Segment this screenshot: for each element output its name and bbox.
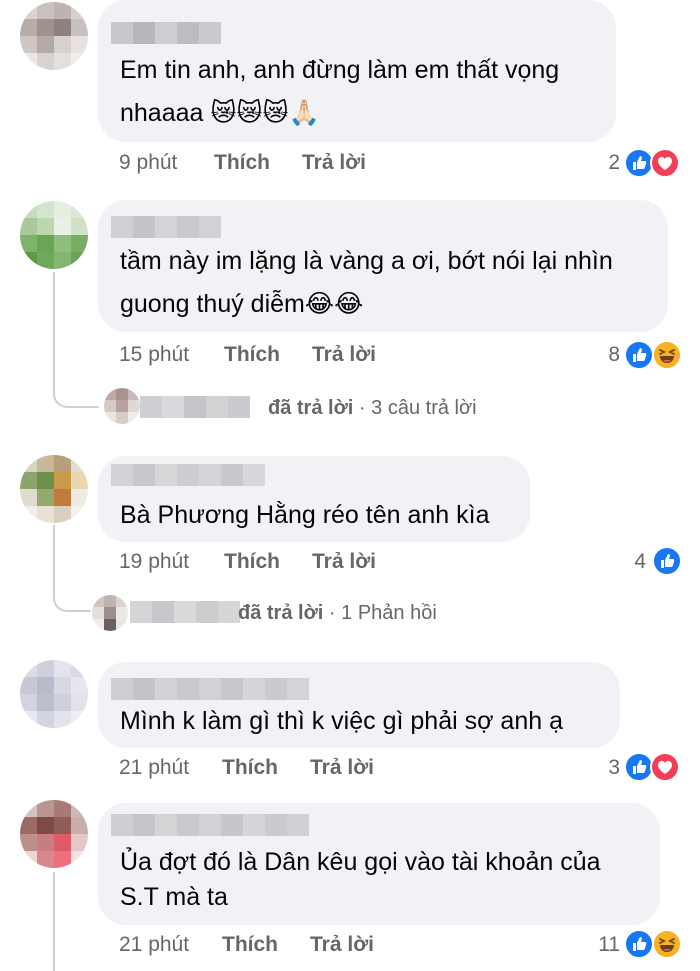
avatar[interactable] [20,660,88,728]
thread-line [53,525,55,581]
reply-button[interactable]: Trả lời [310,933,374,957]
avatar[interactable] [20,2,88,70]
love-icon [650,148,680,178]
commenter-name-blurred[interactable] [111,814,309,836]
comment-text: nhaaaa 😿😿😿🙏🏻 [120,99,320,127]
reply-connector [53,578,91,612]
like-icon [652,546,682,576]
haha-icon [652,929,682,959]
thread-line [53,272,55,372]
comment-time[interactable]: 19 phút [119,550,189,574]
comment-time[interactable]: 9 phút [119,151,177,175]
replier-name-blurred[interactable] [130,601,240,623]
reaction-count[interactable]: 4 [622,550,646,574]
haha-icon [652,340,682,370]
reaction-count[interactable]: 3 [596,756,620,780]
avatar[interactable] [20,455,88,523]
commenter-name-blurred[interactable] [111,216,221,238]
reply-button[interactable]: Trả lời [312,343,376,367]
commenter-name-blurred[interactable] [111,464,265,486]
like-button[interactable]: Thích [224,550,280,574]
avatar[interactable] [20,201,88,269]
reply-connector [53,370,99,408]
comment-text: guong thuý diễm😂😂 [120,290,364,318]
reply-button[interactable]: Trả lời [302,151,366,175]
comment-text: Mình k làm gì thì k việc gì phải sợ anh … [120,707,563,735]
avatar[interactable] [104,388,140,424]
commenter-name-blurred[interactable] [111,22,221,44]
reaction-count[interactable]: 11 [590,933,620,957]
thread-line [53,872,55,971]
reply-button[interactable]: Trả lời [310,756,374,780]
reply-button[interactable]: Trả lời [312,550,376,574]
comment-time[interactable]: 21 phút [119,756,189,780]
comment-time[interactable]: 15 phút [119,343,189,367]
like-button[interactable]: Thích [224,343,280,367]
comment-text: Em tin anh, anh đừng làm em thất vọng [120,56,560,84]
like-button[interactable]: Thích [222,756,278,780]
like-icon [624,340,654,370]
like-button[interactable]: Thích [214,151,270,175]
avatar[interactable] [20,800,88,868]
comment-text: Ủa đợt đó là Dân kêu gọi vào tài khoản c… [120,848,601,876]
reaction-count[interactable]: 2 [596,151,620,175]
comment-text: tầm này im lặng là vàng a ơi, bớt nói lạ… [120,247,613,275]
replier-name-blurred[interactable] [140,396,250,418]
comment-text: Bà Phương Hằng réo tên anh kìa [120,501,490,529]
replies-summary[interactable]: đã trả lời · 3 câu trả lời [268,397,477,420]
replies-summary[interactable]: đã trả lời · 1 Phản hồi [238,602,437,625]
like-icon [624,929,654,959]
commenter-name-blurred[interactable] [111,678,309,700]
comment-text: S.T mà ta [120,883,228,911]
like-button[interactable]: Thích [222,933,278,957]
reaction-count[interactable]: 8 [596,343,620,367]
avatar[interactable] [92,595,128,631]
comment-time[interactable]: 21 phút [119,933,189,957]
love-icon [650,752,680,782]
